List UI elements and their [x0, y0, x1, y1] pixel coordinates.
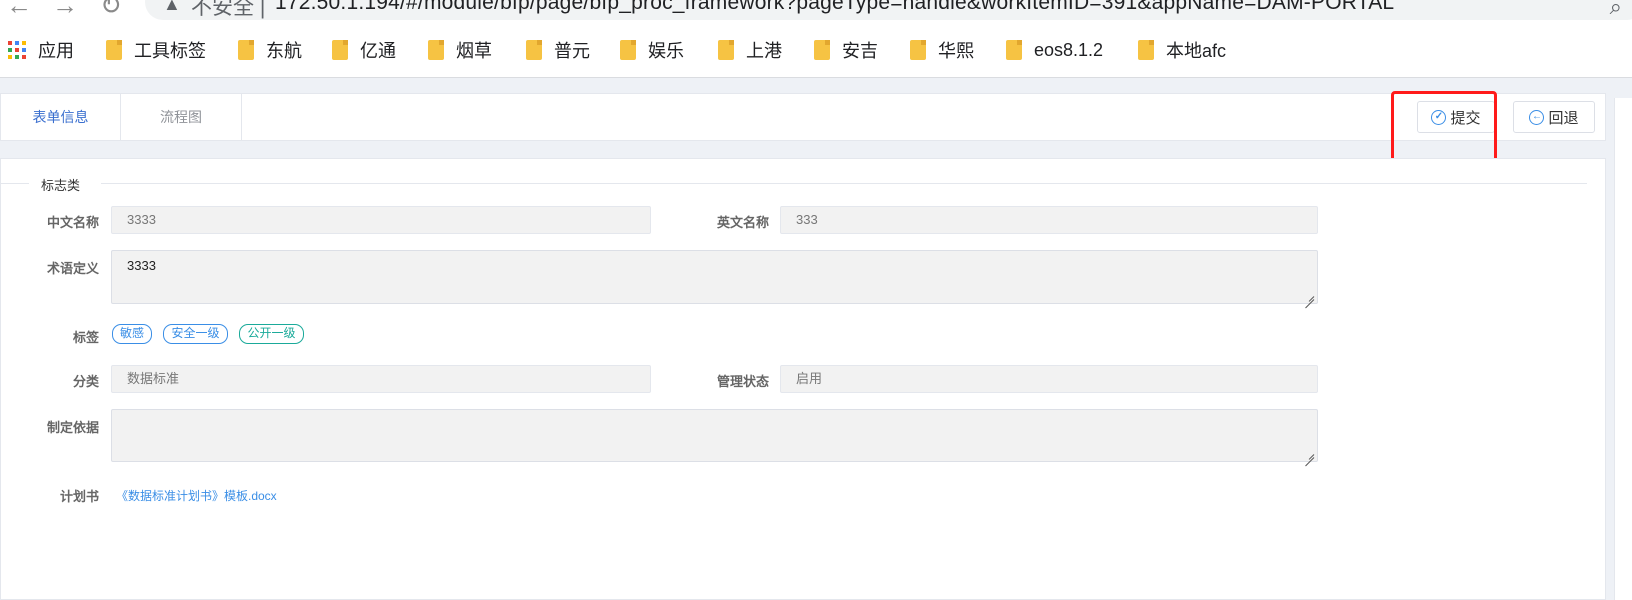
bookmark-apps[interactable]: 应用	[8, 39, 74, 61]
rollback-label: 回退	[1548, 109, 1579, 127]
status-label: 管理状态	[716, 374, 769, 389]
en-name-field[interactable]: 333	[780, 206, 1318, 234]
definition-text: 3333	[127, 258, 156, 273]
section-divider	[1, 183, 29, 184]
bookmark-label: 亿通	[360, 41, 396, 61]
bookmark-label: 上港	[746, 41, 782, 61]
bookmark-label: 华熙	[938, 41, 974, 61]
resize-handle-icon[interactable]	[1305, 449, 1315, 459]
status-field[interactable]: 启用	[780, 365, 1318, 393]
bookmark-folder[interactable]: 上港	[718, 39, 782, 61]
basis-textarea[interactable]	[111, 409, 1318, 462]
back-arrow-icon[interactable]: ←	[6, 0, 32, 21]
folder-icon	[620, 40, 636, 60]
section-divider	[101, 183, 1587, 184]
definition-textarea[interactable]: 3333	[111, 250, 1318, 304]
back-circle-icon: ←	[1529, 109, 1545, 125]
tab-bar: 表单信息 流程图 ✓ 提交 ← 回退	[0, 91, 1606, 165]
bookmarks-bar: 应用 工具标签 东航 亿通 烟草 普元 娱乐 上港 安吉 华熙 eos8.1.2…	[0, 22, 1632, 78]
folder-icon	[106, 40, 122, 60]
section-title: 标志类	[41, 178, 81, 193]
tag-public-level-1: 公开一级	[239, 324, 304, 344]
bookmark-folder[interactable]: 亿通	[332, 39, 396, 61]
address-bar[interactable]: ▲ 不安全 | 172.50.1.194/#/module/bfp/page/b…	[145, 0, 1632, 20]
definition-label: 术语定义	[46, 261, 99, 276]
bookmark-folder[interactable]: eos8.1.2	[1006, 39, 1103, 61]
bookmark-folder[interactable]: 烟草	[428, 39, 492, 61]
app-content: 表单信息 流程图 ✓ 提交 ← 回退 标志类 中文名称 3333 英文名称 33…	[0, 78, 1632, 600]
bookmark-label: 普元	[554, 41, 590, 61]
bookmark-label: 东航	[266, 41, 302, 61]
bookmark-label: eos8.1.2	[1034, 39, 1104, 60]
bookmark-folder[interactable]: 普元	[526, 39, 590, 61]
highlight-annotation	[1391, 91, 1497, 165]
bookmark-label: 烟草	[456, 41, 492, 61]
url-text[interactable]: 172.50.1.194/#/module/bfp/page/bfp_proc_…	[275, 0, 1394, 15]
bookmark-folder[interactable]: 华熙	[910, 39, 974, 61]
bookmark-label: 应用	[38, 41, 74, 61]
bookmark-label: 本地afc	[1166, 41, 1227, 61]
apps-grid-icon	[8, 41, 26, 59]
en-name-label: 英文名称	[716, 215, 769, 230]
folder-icon	[428, 40, 444, 60]
bookmark-folder[interactable]: 东航	[238, 39, 302, 61]
tags-label: 标签	[72, 330, 99, 345]
forward-arrow-icon[interactable]: →	[52, 0, 78, 21]
folder-icon	[526, 40, 542, 60]
folder-icon	[238, 40, 254, 60]
warning-triangle-icon: ▲	[163, 0, 181, 14]
bookmark-folder[interactable]: 工具标签	[106, 39, 206, 61]
insecure-label: 不安全 |	[191, 0, 266, 19]
category-label: 分类	[72, 374, 99, 389]
folder-icon	[1138, 40, 1154, 60]
cn-name-field[interactable]: 3333	[111, 206, 651, 234]
zoom-icon[interactable]: ⌕	[1610, 0, 1622, 20]
plan-file-link[interactable]: 《数据标准计划书》模板.docx	[116, 487, 277, 504]
plan-label: 计划书	[59, 489, 99, 504]
bookmark-folder[interactable]: 娱乐	[620, 39, 684, 61]
folder-icon	[910, 40, 926, 60]
bookmark-folder[interactable]: 安吉	[814, 39, 878, 61]
form-panel: 标志类 中文名称 3333 英文名称 333 术语定义 3333 标签 敏感 安…	[0, 158, 1606, 600]
folder-icon	[1006, 40, 1022, 60]
resize-handle-icon[interactable]	[1305, 291, 1315, 301]
browser-toolbar: ← → ↻ ▲ 不安全 | 172.50.1.194/#/module/bfp/…	[0, 0, 1632, 22]
cn-name-label: 中文名称	[46, 215, 99, 230]
bookmark-label: 娱乐	[648, 41, 684, 61]
folder-icon	[332, 40, 348, 60]
tab-form-info[interactable]: 表单信息	[1, 94, 121, 140]
folder-icon	[718, 40, 734, 60]
tab-flowchart[interactable]: 流程图	[121, 94, 242, 140]
category-field[interactable]: 数据标准	[111, 365, 651, 393]
folder-icon	[814, 40, 830, 60]
right-side-panel	[1614, 98, 1632, 600]
reload-icon[interactable]: ↻	[100, 0, 122, 21]
rollback-button[interactable]: ← 回退	[1513, 101, 1595, 133]
basis-label: 制定依据	[46, 420, 99, 435]
bookmark-label: 安吉	[842, 41, 878, 61]
bookmark-folder[interactable]: 本地afc	[1138, 39, 1226, 61]
bookmark-label: 工具标签	[134, 41, 206, 61]
tag-sensitive: 敏感	[112, 324, 152, 344]
tag-security-level-1: 安全一级	[163, 324, 228, 344]
